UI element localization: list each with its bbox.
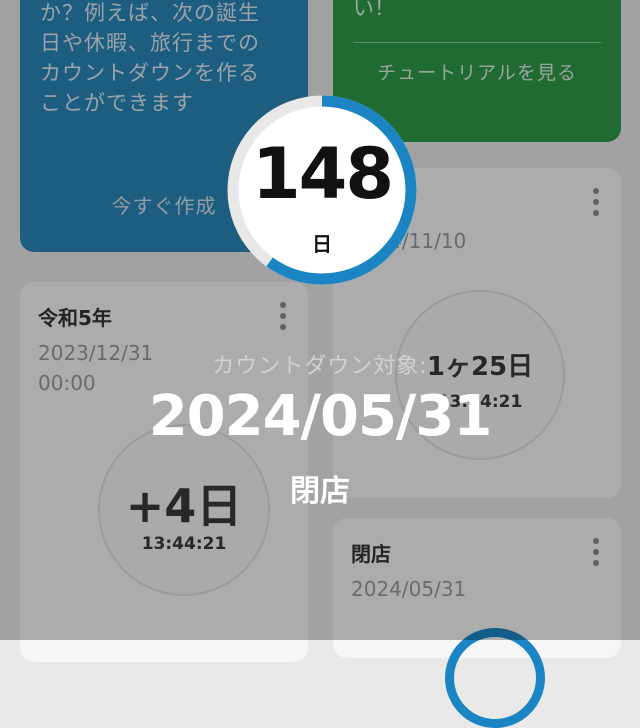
partial-countdown-ring [445, 628, 545, 728]
countdown-target-label: カウントダウン対象: [212, 354, 428, 379]
countdown-target-name: 閉店 [290, 474, 350, 509]
countdown-target-date: 2024/05/31 [148, 384, 493, 449]
days-remaining-unit: 日 [312, 232, 332, 256]
days-remaining-value: 148 [251, 133, 394, 215]
